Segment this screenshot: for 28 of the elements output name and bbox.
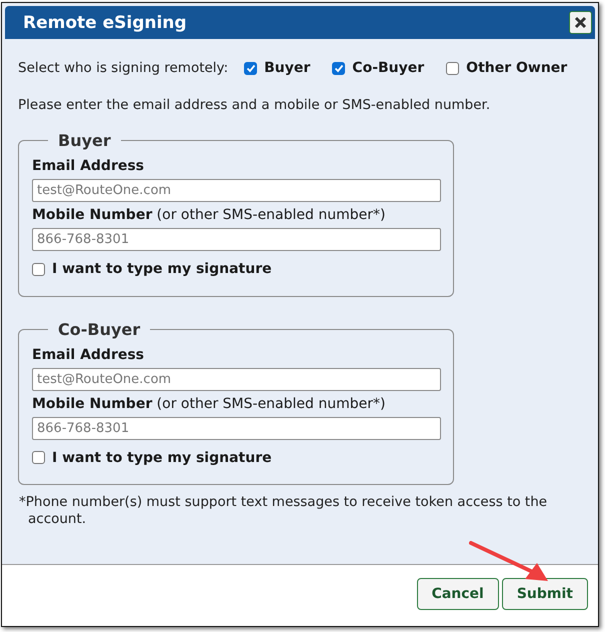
checkbox[interactable] <box>332 62 346 74</box>
section-title: Co-Buyer <box>57 320 142 338</box>
field-label: Mobile Number (or other SMS-enabled number*) <box>32 396 386 412</box>
window-title: Remote eSigning <box>23 12 187 32</box>
field-label: Email Address <box>32 158 146 174</box>
cancel-button[interactable]: Cancel <box>416 578 499 610</box>
checkbox-label[interactable]: I want to type my signature <box>52 261 272 277</box>
field-label: Email Address <box>32 346 146 362</box>
field-label: Mobile Number (or other SMS-enabled number*) <box>32 207 386 223</box>
section-title: Buyer <box>57 131 112 150</box>
checkbox[interactable] <box>32 451 45 464</box>
footnote-text: *Phone number(s) must support text messages to receive token access to the account. <box>18 494 548 528</box>
email-field[interactable]: test@RouteOne.com <box>32 179 441 202</box>
close-button[interactable] <box>569 11 592 34</box>
signers-label: Select who is signing remotely: <box>18 60 228 76</box>
signer-label[interactable]: Buyer <box>264 60 310 76</box>
signer-label[interactable]: Co-Buyer <box>352 60 424 76</box>
submit-button[interactable]: Submit <box>502 578 588 610</box>
instructions-text: Please enter the email address and a mobile or SMS-enabled number. <box>18 97 492 113</box>
email-field[interactable]: test@RouteOne.com <box>32 368 441 390</box>
phone-field[interactable]: 866-768-8301 <box>32 228 441 251</box>
checkbox-label[interactable]: I want to type my signature <box>52 450 272 466</box>
checkbox[interactable] <box>32 262 45 276</box>
checkbox[interactable] <box>446 62 460 74</box>
phone-field[interactable]: 866-768-8301 <box>32 416 441 440</box>
checkbox[interactable] <box>244 62 258 74</box>
close-icon <box>574 16 587 29</box>
signer-label[interactable]: Other Owner <box>466 60 568 76</box>
